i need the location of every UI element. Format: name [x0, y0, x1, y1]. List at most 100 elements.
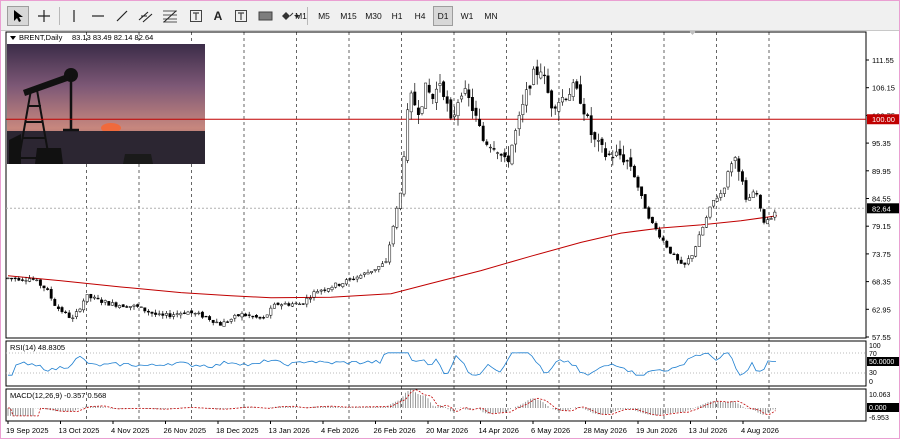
price-tick-label: 106.15 [872, 84, 895, 93]
candle-body [326, 288, 330, 292]
price-scale[interactable]: 111.55106.15100.7595.3589.9584.5579.1573… [866, 56, 895, 342]
candle-body [575, 81, 579, 89]
tf-W1[interactable]: W1 [457, 6, 477, 26]
oil-pump-image [7, 44, 205, 164]
candle-body [625, 160, 629, 162]
candle-body [593, 132, 597, 140]
candle-body [157, 313, 161, 315]
candle-body [726, 171, 730, 188]
candle-body [755, 193, 759, 195]
candle-body [614, 151, 618, 156]
candle-body [492, 148, 496, 150]
candle-body [118, 305, 122, 308]
text-icon[interactable]: A [207, 6, 229, 26]
macd-label: MACD(12,26,9) -0.357 0.568 [10, 391, 106, 400]
candle-body [442, 81, 446, 97]
candle-body [643, 194, 647, 209]
text-label-icon[interactable] [185, 6, 207, 26]
tf-MN[interactable]: MN [480, 6, 502, 26]
candle-body [521, 104, 525, 115]
candle-body [762, 209, 766, 223]
price-tick-label: 95.35 [872, 139, 891, 148]
vertical-line-icon[interactable] [63, 6, 85, 26]
date-axis[interactable]: 19 Sep 2025 13 Oct 2025 4 Nov 2025 26 Nov 2… [6, 421, 779, 435]
rsi-panel[interactable] [5, 340, 867, 387]
date-label: 20 Mar 2026 [426, 426, 468, 435]
candle-body [694, 246, 698, 257]
candle-body [197, 312, 201, 315]
candle-body [280, 304, 284, 307]
candle-body [618, 148, 622, 156]
candle-body [46, 288, 50, 290]
candle-body [272, 303, 276, 309]
candle-body [125, 306, 129, 308]
date-label: 13 Jul 2026 [689, 426, 728, 435]
price-tick-label: 79.15 [872, 222, 891, 231]
tf-D1[interactable]: D1 [433, 6, 453, 26]
candle-body [571, 82, 575, 97]
price-tick-label: 111.55 [872, 56, 894, 65]
candle-body [244, 313, 248, 317]
symbol-label: BRENT,Daily [19, 33, 63, 42]
equidistant-channel-icon[interactable] [135, 6, 157, 26]
candle-body [100, 299, 104, 303]
price-tick-label: 62.95 [872, 305, 891, 314]
fibonacci-icon[interactable] [159, 6, 181, 26]
candle-body [67, 312, 71, 318]
candle-body [485, 141, 489, 145]
rectangle-label-icon[interactable] [255, 6, 277, 26]
tf-M15[interactable]: M15 [337, 6, 360, 26]
candle-body [114, 302, 118, 307]
date-label: 26 Feb 2026 [374, 426, 416, 435]
candle-body [344, 279, 348, 285]
horizontal-line-icon[interactable] [87, 6, 109, 26]
candle-body [154, 312, 158, 315]
candle-body [758, 194, 762, 209]
tf-H1[interactable]: H1 [387, 6, 407, 26]
candle-body [535, 66, 539, 76]
candle-body [190, 310, 194, 314]
cursor-icon[interactable] [7, 6, 29, 26]
tf-M1[interactable]: M1 [291, 6, 311, 26]
date-label: 26 Nov 2025 [164, 426, 207, 435]
candle-body [661, 237, 665, 241]
candle-body [92, 296, 96, 299]
trendline-icon[interactable] [111, 6, 133, 26]
chart-canvas[interactable]: 111.55106.15100.7595.3589.9584.5579.1573… [1, 30, 899, 438]
candle-body [251, 315, 255, 318]
tf-M5[interactable]: M5 [314, 6, 334, 26]
candle-body [172, 314, 176, 317]
candle-body [24, 280, 28, 282]
candle-body [542, 74, 546, 77]
candle-body [13, 277, 17, 280]
candle-body [665, 240, 669, 248]
date-label: 13 Jan 2026 [269, 426, 310, 435]
candle-body [398, 192, 402, 209]
candle-body [193, 312, 197, 315]
candle-body [708, 206, 712, 218]
candle-body [305, 297, 309, 305]
label-icon[interactable] [231, 6, 253, 26]
date-label: 19 Jun 2026 [636, 426, 677, 435]
candle-body [146, 310, 150, 313]
candle-body [10, 277, 14, 280]
candle-body [438, 83, 442, 86]
trading-terminal-window: A M1 M5 M15 M30 H1 H4 D1 W1 MN 111.55 10… [0, 0, 900, 439]
tf-M30[interactable]: M30 [362, 6, 385, 26]
rsi-tick-30: 30 [869, 370, 877, 377]
crosshair-icon[interactable] [33, 6, 55, 26]
date-label: 4 Aug 2026 [741, 426, 779, 435]
candle-body [733, 157, 737, 161]
date-label: 4 Nov 2025 [111, 426, 149, 435]
candle-body [427, 84, 431, 93]
tf-H4[interactable]: H4 [410, 6, 430, 26]
candle-body [121, 304, 125, 308]
candle-body [514, 130, 518, 145]
macd-panel[interactable] [5, 388, 867, 422]
candle-body [596, 140, 600, 142]
chart-area[interactable]: 111.55106.15100.7595.3589.9584.5579.1573… [1, 30, 899, 438]
candle-body [712, 199, 716, 207]
candle-body [377, 266, 381, 270]
candle-body [406, 109, 410, 161]
candle-body [388, 244, 392, 263]
